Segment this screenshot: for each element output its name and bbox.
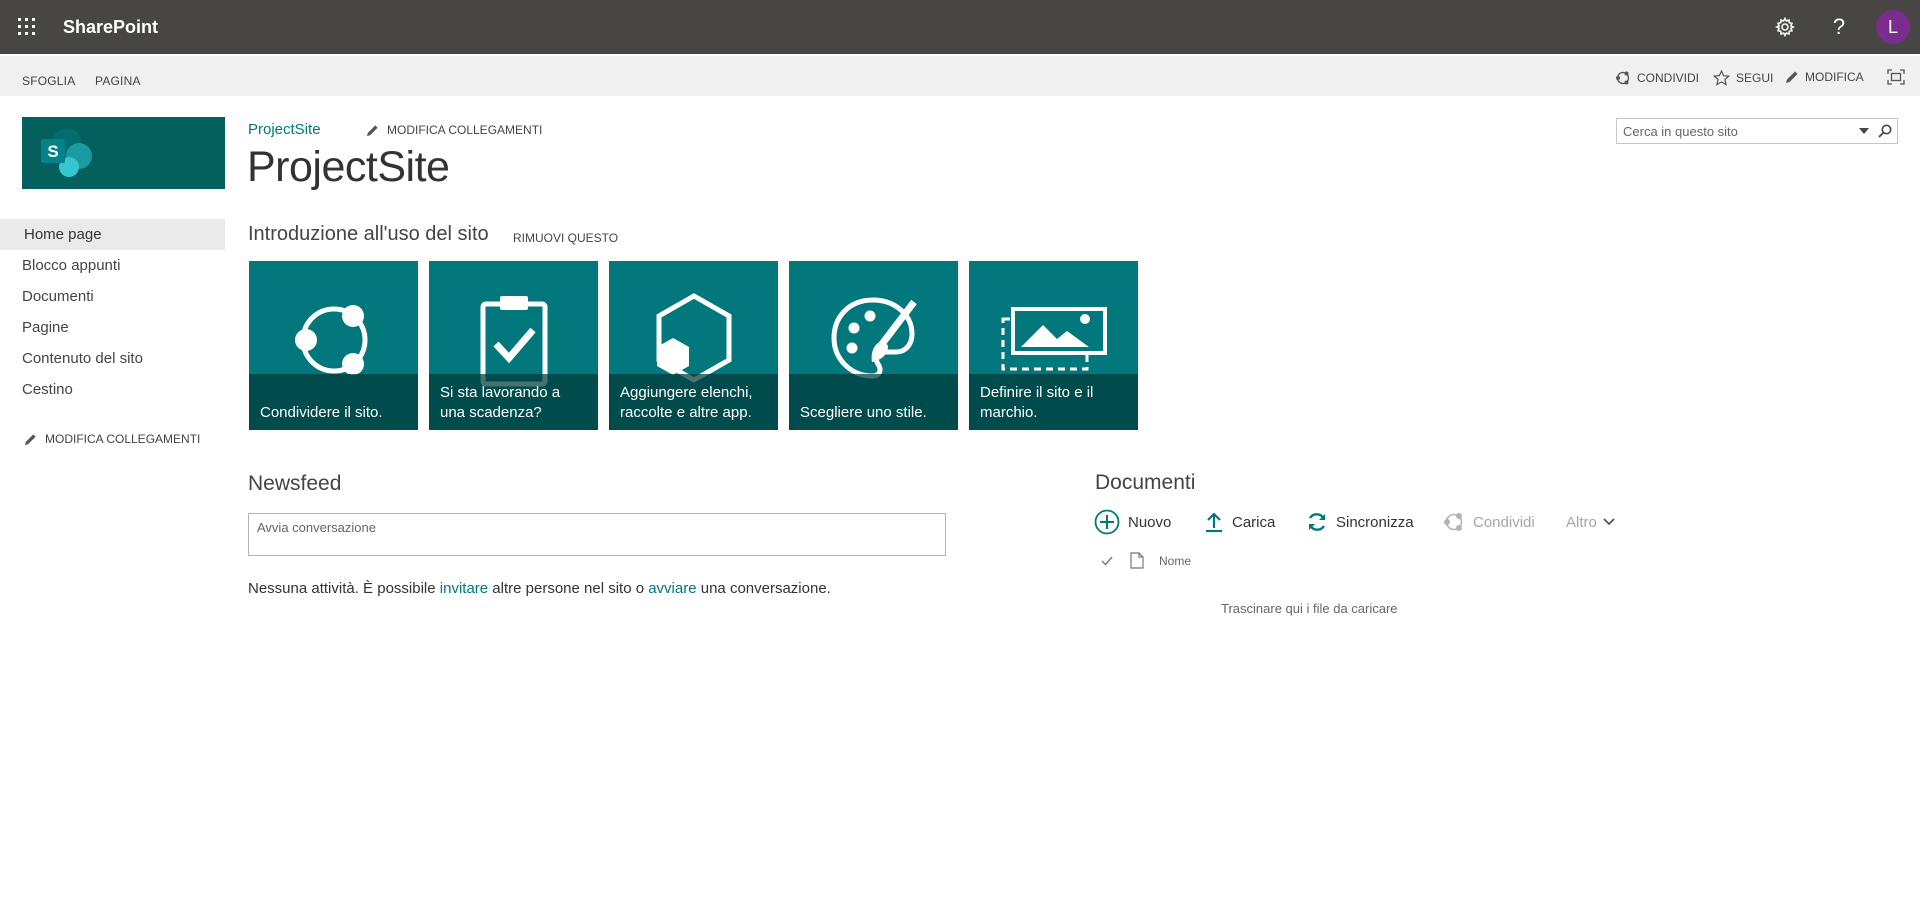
ribbon-tab-browse[interactable]: SFOGLIA bbox=[22, 74, 75, 88]
edit-page-label: MODIFICA bbox=[1805, 70, 1864, 84]
search-scope-dropdown[interactable] bbox=[1855, 128, 1873, 134]
suite-actions: ? L bbox=[1758, 0, 1920, 54]
activity-message: Nessuna attività. È possibile invitare a… bbox=[248, 580, 831, 597]
nav-item-notebook[interactable]: Blocco appunti bbox=[0, 250, 225, 281]
nav-item-pages[interactable]: Pagine bbox=[0, 312, 225, 343]
upload-button[interactable]: Carica bbox=[1204, 509, 1275, 535]
chevron-down-icon bbox=[1603, 518, 1615, 526]
documents-title: Documenti bbox=[1095, 471, 1196, 494]
upload-icon bbox=[1206, 512, 1222, 533]
sharepoint-logo-icon: S bbox=[41, 128, 92, 177]
help-button[interactable]: ? bbox=[1812, 0, 1866, 54]
pencil-icon bbox=[366, 124, 378, 136]
share-icon bbox=[1616, 71, 1630, 85]
add-circle-icon bbox=[1094, 509, 1120, 535]
tile-caption: Si sta lavorando a una scadenza? bbox=[429, 374, 598, 430]
breadcrumb-site-link[interactable]: ProjectSite bbox=[248, 121, 321, 138]
pencil-icon bbox=[24, 433, 36, 445]
fullscreen-icon bbox=[1887, 69, 1905, 85]
search-button[interactable] bbox=[1873, 124, 1897, 138]
document-icon bbox=[1130, 552, 1144, 569]
avatar: L bbox=[1876, 10, 1910, 44]
tile-caption: Scegliere uno stile. bbox=[789, 374, 958, 430]
nav-edit-links-button[interactable]: MODIFICA COLLEGAMENTI bbox=[24, 432, 200, 446]
follow-button[interactable]: SEGUI bbox=[1713, 70, 1773, 86]
new-document-label: Nuovo bbox=[1128, 513, 1172, 531]
tile-caption: Definire il sito e il marchio. bbox=[969, 374, 1138, 430]
help-icon: ? bbox=[1832, 14, 1846, 39]
top-edit-links-button[interactable]: MODIFICA COLLEGAMENTI bbox=[366, 123, 542, 137]
newsfeed-title: Newsfeed bbox=[248, 472, 342, 495]
top-edit-links-label: MODIFICA COLLEGAMENTI bbox=[387, 123, 543, 137]
nav-item-home[interactable]: Home page bbox=[0, 219, 225, 250]
remove-getting-started-button[interactable]: RIMUOVI QUESTO bbox=[513, 231, 618, 245]
share-button[interactable]: CONDIVIDI bbox=[1615, 70, 1699, 86]
conversation-box bbox=[248, 513, 946, 556]
more-commands-button[interactable]: Altro bbox=[1566, 509, 1615, 535]
clipboard-check-icon bbox=[480, 296, 547, 387]
share-icon bbox=[1444, 513, 1463, 531]
hexagon-apps-icon bbox=[656, 293, 731, 383]
app-launcher-icon bbox=[18, 18, 35, 35]
settings-button[interactable] bbox=[1758, 0, 1812, 54]
new-document-button[interactable]: Nuovo bbox=[1094, 509, 1171, 535]
sync-icon bbox=[1308, 513, 1326, 531]
search-icon bbox=[1878, 124, 1892, 138]
sync-label: Sincronizza bbox=[1336, 513, 1414, 531]
share-document-label: Condividi bbox=[1473, 513, 1535, 531]
tile-choose-style[interactable]: Scegliere uno stile. bbox=[789, 261, 958, 430]
tile-caption: Aggiungere elenchi, raccolte e altre app… bbox=[609, 374, 778, 430]
getting-started-tiles: Condividere il sito. Si sta lavorando a … bbox=[249, 261, 1138, 430]
ribbon-tab-page[interactable]: PAGINA bbox=[95, 74, 141, 88]
activity-text-middle: altre persone nel sito o bbox=[488, 580, 649, 597]
svg-text:S: S bbox=[47, 142, 58, 161]
nav-item-documents[interactable]: Documenti bbox=[0, 281, 225, 312]
checkmark-icon[interactable] bbox=[1101, 555, 1113, 567]
focus-mode-button[interactable] bbox=[1887, 69, 1905, 85]
pencil-icon bbox=[1786, 71, 1798, 83]
account-button[interactable]: L bbox=[1866, 0, 1920, 54]
tile-share-site[interactable]: Condividere il sito. bbox=[249, 261, 418, 430]
activity-text-suffix: una conversazione. bbox=[696, 580, 831, 597]
site-search-box bbox=[1616, 118, 1898, 144]
share-label: CONDIVIDI bbox=[1637, 71, 1700, 85]
app-launcher-button[interactable] bbox=[0, 0, 54, 54]
palette-icon bbox=[831, 297, 917, 379]
invite-link[interactable]: invitare bbox=[440, 580, 488, 597]
suite-bar: SharePoint ? L bbox=[0, 0, 1920, 54]
activity-text-prefix: Nessuna attività. È possibile bbox=[248, 580, 440, 597]
page-title: ProjectSite bbox=[247, 143, 450, 191]
nav-item-site-contents[interactable]: Contenuto del sito bbox=[0, 343, 225, 374]
start-conversation-link[interactable]: avviare bbox=[648, 580, 696, 597]
upload-label: Carica bbox=[1232, 513, 1276, 531]
tile-deadline[interactable]: Si sta lavorando a una scadenza? bbox=[429, 261, 598, 430]
ribbon: SFOGLIA PAGINA CONDIVIDI SEGUI MODIFICA bbox=[0, 54, 1920, 96]
image-frame-icon bbox=[1001, 306, 1107, 370]
left-navigation: Home page Blocco appunti Documenti Pagin… bbox=[0, 219, 225, 405]
share-document-button[interactable]: Condividi bbox=[1443, 509, 1535, 535]
site-logo[interactable]: S bbox=[22, 117, 225, 189]
more-commands-label: Altro bbox=[1566, 513, 1597, 531]
nav-edit-links-label: MODIFICA COLLEGAMENTI bbox=[45, 432, 201, 446]
column-header-name[interactable]: Nome bbox=[1159, 554, 1191, 568]
documents-column-header: Nome bbox=[1101, 552, 1191, 569]
getting-started-title: Introduzione all'uso del sito bbox=[248, 223, 489, 245]
start-conversation-input[interactable] bbox=[249, 514, 945, 555]
tile-caption: Condividere il sito. bbox=[249, 374, 418, 430]
share-circle-icon bbox=[294, 304, 367, 375]
search-input[interactable] bbox=[1617, 119, 1855, 143]
star-icon bbox=[1713, 70, 1730, 86]
tile-brand-site[interactable]: Definire il sito e il marchio. bbox=[969, 261, 1138, 430]
app-name[interactable]: SharePoint bbox=[63, 17, 158, 38]
nav-item-recycle-bin[interactable]: Cestino bbox=[0, 374, 225, 405]
edit-page-button[interactable]: MODIFICA bbox=[1785, 70, 1864, 84]
follow-label: SEGUI bbox=[1736, 71, 1774, 85]
tile-add-apps[interactable]: Aggiungere elenchi, raccolte e altre app… bbox=[609, 261, 778, 430]
sync-button[interactable]: Sincronizza bbox=[1306, 509, 1414, 535]
caret-down-icon bbox=[1859, 128, 1869, 134]
gear-icon bbox=[1775, 17, 1795, 37]
drop-files-hint: Trascinare qui i file da caricare bbox=[1221, 601, 1398, 616]
